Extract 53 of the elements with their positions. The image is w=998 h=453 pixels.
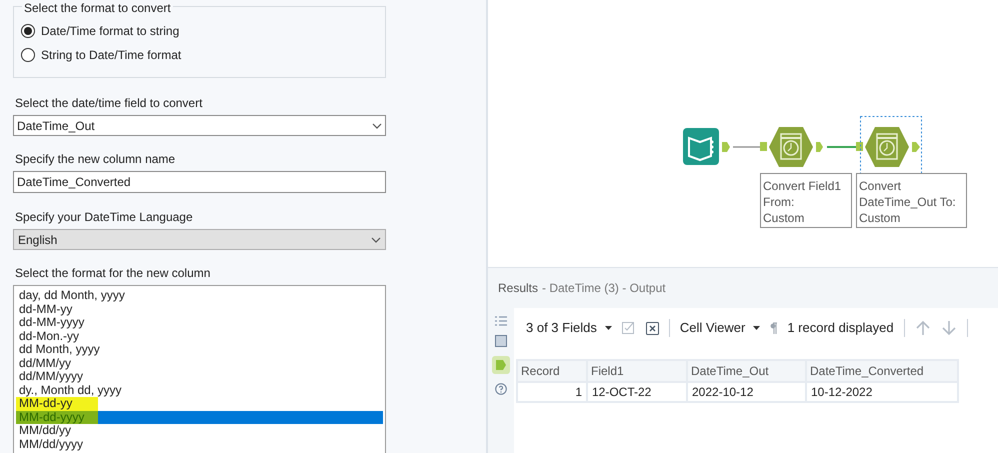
list-item[interactable]: dd/MM/yy: [16, 356, 383, 370]
panel-title: Results: [498, 280, 538, 297]
table-cell: 1: [517, 382, 587, 402]
list-item[interactable]: day, dd Month, yyyy: [16, 289, 383, 302]
chevron-icon: [371, 236, 381, 242]
dropdown[interactable]: DateTime_Out: [13, 115, 386, 136]
list-item[interactable]: dd Month, yyyy: [16, 343, 383, 356]
column-header[interactable]: DateTime_Out: [687, 360, 806, 382]
list-item[interactable]: MM/dd/yy: [16, 424, 383, 438]
output-tag-icon[interactable]: [492, 356, 510, 374]
pilcrow-icon[interactable]: [770, 322, 778, 334]
book-tool-icon[interactable]: [683, 128, 733, 166]
list-item[interactable]: dd-Mon.-yy: [16, 330, 383, 343]
column-header[interactable]: Record: [517, 360, 587, 382]
connector-line: [827, 146, 857, 148]
radio-button[interactable]: [21, 48, 35, 62]
caret-icon: [604, 326, 612, 330]
dropdown-value: DateTime_Out: [17, 118, 95, 134]
down-arrow-icon[interactable]: [940, 320, 957, 336]
caret-icon: [753, 326, 760, 330]
column-header[interactable]: Field1: [587, 360, 687, 382]
column-header[interactable]: DateTime_Converted: [806, 360, 958, 382]
panel-icon[interactable]: [495, 335, 507, 347]
annotation-text: Convert Field1 From: Custom: [760, 173, 852, 228]
field-label: Specify your DateTime Language: [14, 209, 194, 225]
table-cell: 12-OCT-22: [587, 382, 687, 402]
viewer-dropdown[interactable]: Cell Viewer: [680, 318, 760, 338]
radio-button[interactable]: [21, 24, 35, 38]
up-arrow-icon[interactable]: [914, 320, 931, 336]
fields-dropdown[interactable]: 3 of 3 Fields: [526, 318, 612, 338]
panel-subtitle: - DateTime (3) - Output: [542, 280, 666, 297]
dropdown-value: English: [18, 232, 58, 248]
field-label: Select the format for the new column: [14, 265, 212, 281]
connector-line: [733, 146, 761, 148]
table-cell: 10-12-2022: [806, 382, 958, 402]
list-icon[interactable]: [495, 316, 507, 326]
help-icon[interactable]: [495, 383, 507, 395]
close-icon[interactable]: [646, 322, 659, 334]
list-item[interactable]: MM/dd/yyyy: [16, 438, 383, 451]
radio-label[interactable]: String to Date/Time format: [41, 46, 182, 64]
list-item[interactable]: dd/MM/yyyy: [16, 370, 383, 384]
table-cell: 2022-10-12: [687, 382, 806, 402]
checkbox-icon[interactable]: [622, 321, 636, 335]
field-label: Select the date/time field to convert: [14, 95, 204, 111]
field-label: Specify the new column name: [14, 151, 176, 167]
list-item[interactable]: dd-MM-yy: [16, 302, 383, 316]
list-item[interactable]: dd-MM-yyyy: [16, 316, 383, 330]
radio-label[interactable]: Date/Time format to string: [41, 22, 180, 40]
annotation-text: Convert DateTime_Out To: Custom: [856, 173, 967, 228]
chevron-icon: [372, 122, 382, 128]
text-input-field[interactable]: DateTime_Converted: [13, 171, 386, 193]
record-count: 1 record displayed: [787, 319, 894, 338]
list-item[interactable]: dy., Month dd, yyyy: [16, 384, 383, 397]
